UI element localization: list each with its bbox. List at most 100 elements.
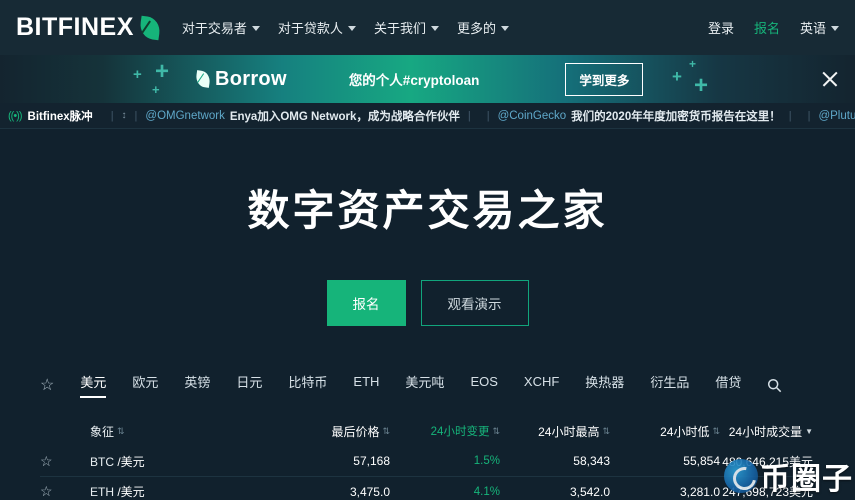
nav-item-label: 更多的 xyxy=(456,21,496,36)
hero-button-group: 报名 观看演示 xyxy=(0,280,855,326)
table-row[interactable]: ☆ ETH /美元 3,475.0 4.1% 3,542.0 3,281.0 2… xyxy=(40,476,815,500)
column-header-24h-high[interactable]: 24小时最高 ⇅ xyxy=(500,423,610,440)
signup-button[interactable]: 报名 xyxy=(326,280,406,326)
column-label: 象征 xyxy=(90,424,115,439)
sort-icon: ⇅ xyxy=(117,425,125,436)
promo-banner: + + + + + + Borrow 您的个人#cryptoloan 学到更多 xyxy=(0,55,855,103)
signup-link[interactable]: 报名 xyxy=(754,18,780,37)
row-last-price: 3,475.0 xyxy=(349,484,390,499)
borrow-brand-label: Borrow xyxy=(215,67,287,90)
tab-xchf[interactable]: XCHF xyxy=(524,374,559,396)
table-body: ☆ BTC /美元 57,168 1.5% 58,343 55,854 480,… xyxy=(40,446,815,500)
tab-derivatives[interactable]: 衍生品 xyxy=(650,372,689,398)
sort-icon: ⇅ xyxy=(712,425,720,436)
login-link[interactable]: 登录 xyxy=(708,18,734,37)
column-header-last-price[interactable]: 最后价格 ⇅ xyxy=(260,423,390,440)
column-label: 24小时最高 xyxy=(538,424,600,439)
nav-item-for-lenders[interactable]: 对于贷款人 xyxy=(278,18,356,37)
bitfinex-logo[interactable]: BITFINEX xyxy=(16,13,162,42)
chevron-down-icon xyxy=(831,26,839,31)
borrow-brand: Borrow xyxy=(194,67,287,91)
row-symbol: ETH /美元 xyxy=(90,483,260,500)
column-header-symbol[interactable]: 象征 ⇅ xyxy=(90,423,260,440)
ticker-handle[interactable]: @CoinGecko xyxy=(498,110,567,122)
language-selector[interactable]: 英语 xyxy=(800,18,839,37)
leaf-icon xyxy=(138,15,162,40)
sort-icon: ⇅ xyxy=(602,425,610,436)
row-24h-low: 55,854 xyxy=(683,454,720,468)
divider: | xyxy=(134,109,138,122)
tab-btc[interactable]: 比特币 xyxy=(288,372,327,398)
news-ticker-bar: ((•)) Bitfinex脉冲 | ↕ | @OMGnetwork Enya加… xyxy=(0,103,855,129)
top-navigation-bar: BITFINEX 对于交易者 对于贷款人 关于我们 更多的 登录 报名 英语 xyxy=(0,0,855,55)
nav-right-group: 登录 报名 英语 xyxy=(708,18,839,37)
tab-eur[interactable]: 欧元 xyxy=(132,372,158,398)
divider: | xyxy=(467,109,471,122)
sort-desc-icon: ▼ xyxy=(805,426,813,436)
watch-demo-button[interactable]: 观看演示 xyxy=(420,280,529,326)
nav-item-more[interactable]: 更多的 xyxy=(457,18,509,37)
tab-lending[interactable]: 借贷 xyxy=(715,372,741,398)
symbol-quote: /美元 xyxy=(117,485,145,499)
nav-item-label: 对于交易者 xyxy=(181,21,247,36)
chevron-down-icon xyxy=(347,26,356,31)
row-24h-change: 1.5% xyxy=(473,455,500,467)
promo-content: Borrow 您的个人#cryptoloan 学到更多 xyxy=(0,62,855,96)
column-header-24h-volume[interactable]: 24小时成交量 ▼ xyxy=(720,423,815,440)
row-star-icon[interactable]: ☆ xyxy=(40,453,90,470)
row-24h-high: 3,542.0 xyxy=(569,484,610,499)
row-24h-low: 3,281.0 xyxy=(679,484,720,499)
tab-jpy[interactable]: 日元 xyxy=(236,372,262,398)
ticker-handle[interactable]: @Plutus xyxy=(818,110,855,122)
tab-ust[interactable]: 美元吨 xyxy=(405,372,444,398)
column-header-24h-low[interactable]: 24小时低 ⇅ xyxy=(610,423,720,440)
favorites-star-icon[interactable]: ☆ xyxy=(40,375,54,395)
column-label: 最后价格 xyxy=(331,424,380,439)
ticker-arrow-icon: ↕ xyxy=(121,110,127,121)
nav-item-for-traders[interactable]: 对于交易者 xyxy=(182,18,260,37)
broadcast-icon: ((•)) xyxy=(8,109,22,122)
sort-icon: ⇅ xyxy=(382,425,390,436)
search-icon[interactable] xyxy=(767,378,782,393)
table-header-row: 象征 ⇅ 最后价格 ⇅ 24小时变更 ⇅ 24小时最高 ⇅ 24小时低 ⇅ 24小时成交量… xyxy=(40,416,815,446)
market-tabs: ☆ 美元 欧元 英镑 日元 比特币 ETH 美元吨 EOS XCHF 换热器 衍… xyxy=(0,368,855,402)
ticker-text: 我们的2020年年度加密货币报告在这里！ xyxy=(571,110,781,123)
chevron-down-icon xyxy=(500,26,509,31)
divider: | xyxy=(110,109,114,122)
tab-gbp[interactable]: 英镑 xyxy=(184,372,210,398)
column-label: 24小时变更 xyxy=(430,426,490,438)
row-24h-volume: 247,698,723美元 xyxy=(722,485,813,499)
row-24h-change: 4.1% xyxy=(473,485,500,498)
row-symbol: BTC /美元 xyxy=(90,453,260,470)
divider: | xyxy=(486,109,490,122)
nav-item-label: 对于贷款人 xyxy=(277,21,343,36)
divider: | xyxy=(807,109,811,122)
symbol-base: ETH xyxy=(90,485,114,499)
page-title: 数字资产交易之家 xyxy=(247,187,608,234)
nav-item-about-us[interactable]: 关于我们 xyxy=(374,18,439,37)
row-star-icon[interactable]: ☆ xyxy=(40,483,90,500)
column-label: 24小时低 xyxy=(660,424,710,439)
tab-eth[interactable]: ETH xyxy=(353,374,379,396)
tab-eos[interactable]: EOS xyxy=(470,374,497,396)
leaf-icon xyxy=(194,70,212,88)
pulse-label: Bitfinex脉冲 xyxy=(27,110,93,123)
column-header-24h-change[interactable]: 24小时变更 ⇅ xyxy=(390,423,500,439)
learn-more-button[interactable]: 学到更多 xyxy=(565,62,644,96)
hero-section: 数字资产交易之家 报名 观看演示 xyxy=(0,129,855,326)
chevron-down-icon xyxy=(430,26,439,31)
table-row[interactable]: ☆ BTC /美元 57,168 1.5% 58,343 55,854 480,… xyxy=(40,446,815,476)
close-icon[interactable] xyxy=(819,68,841,90)
sort-icon: ⇅ xyxy=(492,425,500,436)
chevron-down-icon xyxy=(251,26,260,31)
divider: | xyxy=(788,109,792,122)
row-24h-high: 58,343 xyxy=(573,454,610,468)
tab-usd[interactable]: 美元 xyxy=(80,372,107,398)
ticker-text: Enya加入OMG Network，成为战略合作伙伴 xyxy=(229,110,460,123)
ticker-handle[interactable]: @OMGnetwork xyxy=(145,110,224,122)
symbol-base: BTC xyxy=(90,454,114,469)
logo-text: BITFINEX xyxy=(16,13,134,41)
row-last-price: 57,168 xyxy=(353,454,390,468)
page-root: BITFINEX 对于交易者 对于贷款人 关于我们 更多的 登录 报名 英语 +… xyxy=(0,0,855,500)
tab-exchanger[interactable]: 换热器 xyxy=(585,372,624,398)
